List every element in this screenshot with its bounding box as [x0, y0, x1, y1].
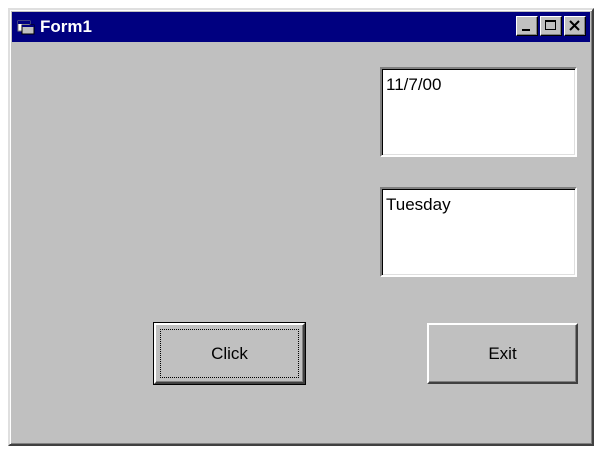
exit-button-label: Exit: [488, 343, 517, 363]
form1-window: Form1 11/7/00 Tuesday Click Exit: [8, 8, 594, 446]
date-textbox[interactable]: 11/7/00: [380, 67, 577, 157]
minimize-icon: [522, 29, 530, 31]
form-window-icon[interactable]: [17, 19, 35, 35]
close-button[interactable]: [564, 16, 586, 36]
exit-button[interactable]: Exit: [427, 323, 578, 384]
maximize-icon: [545, 20, 556, 30]
title-bar[interactable]: Form1: [12, 12, 590, 42]
day-textbox[interactable]: Tuesday: [380, 187, 577, 277]
close-icon: [569, 20, 580, 31]
window-title: Form1: [40, 17, 92, 36]
focus-rectangle: [160, 329, 299, 378]
minimize-button[interactable]: [516, 16, 538, 36]
click-button[interactable]: Click: [153, 322, 306, 385]
maximize-button[interactable]: [540, 16, 562, 36]
